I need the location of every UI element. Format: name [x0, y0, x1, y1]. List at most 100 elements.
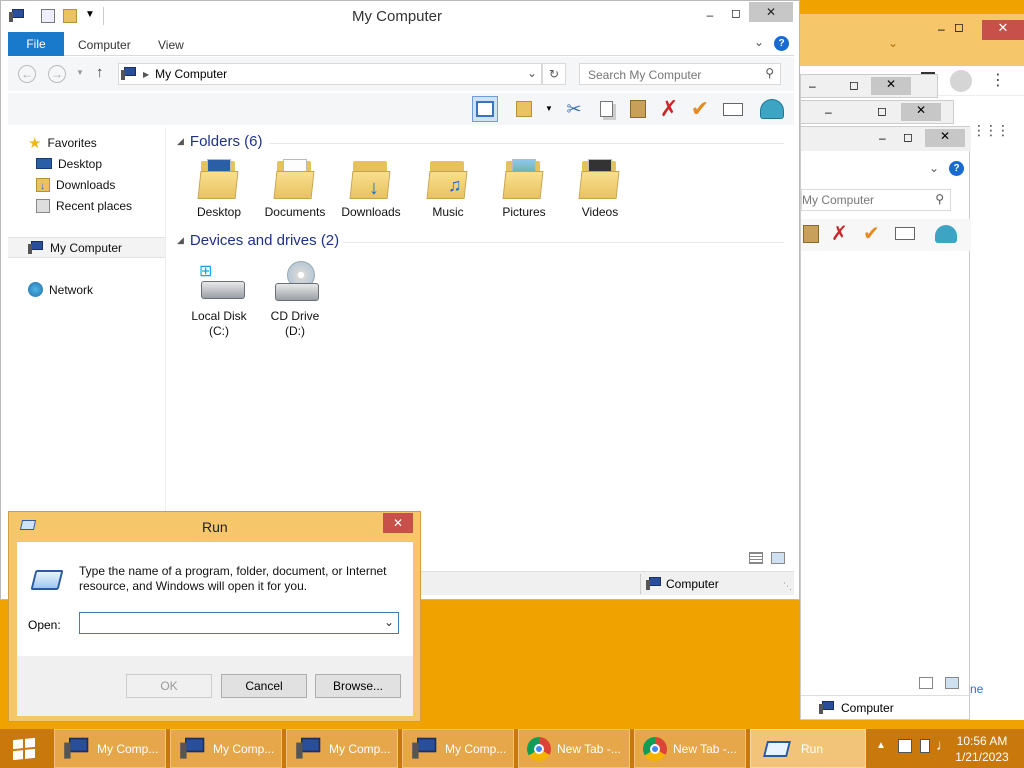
sidebar-item-downloads[interactable]: ↓ Downloads: [8, 174, 165, 195]
close-button[interactable]: ✕: [901, 103, 941, 121]
folder-item-music[interactable]: ♫ Music: [410, 157, 486, 219]
network-tray-icon[interactable]: [920, 739, 930, 753]
sidebar-item-recent-places[interactable]: Recent places: [8, 195, 165, 216]
folder-item-videos[interactable]: Videos: [562, 157, 638, 219]
ribbon-expand-icon[interactable]: ⌄: [754, 35, 764, 49]
view-tiles-icon[interactable]: [771, 552, 785, 564]
address-dropdown-icon[interactable]: ⌄: [527, 66, 537, 80]
maximize-icon[interactable]: ◻: [877, 104, 887, 118]
view-tiles-icon[interactable]: [945, 677, 959, 689]
forward-icon[interactable]: →: [48, 65, 66, 83]
rename-icon[interactable]: [895, 227, 915, 240]
status-computer-label: Computer: [666, 577, 719, 591]
rename-icon[interactable]: [720, 96, 746, 122]
taskbar-item-run[interactable]: Run: [750, 729, 866, 768]
help-icon[interactable]: ?: [774, 36, 789, 51]
search-icon[interactable]: ⚲: [935, 192, 944, 206]
ok-button[interactable]: OK: [126, 674, 212, 698]
search-box[interactable]: My Computer ⚲: [801, 189, 951, 211]
open-combobox[interactable]: ⌄: [79, 612, 399, 634]
help-icon[interactable]: ?: [949, 161, 964, 176]
maximize-icon[interactable]: ◻: [849, 78, 859, 92]
delete-icon[interactable]: ✗: [831, 221, 848, 246]
taskbar-item-my-computer-4[interactable]: My Comp...: [402, 729, 514, 768]
folder-item-documents[interactable]: Documents: [257, 157, 333, 219]
back-icon[interactable]: ←: [18, 65, 36, 83]
sidebar-item-network[interactable]: Network: [8, 279, 165, 300]
tab-file[interactable]: File: [8, 32, 64, 56]
search-box[interactable]: Search My Computer ⚲: [579, 63, 781, 85]
devices-group-header[interactable]: ◢ Devices and drives (2): [177, 232, 339, 249]
folders-group-header[interactable]: ◢ Folders (6): [177, 133, 262, 150]
maximize-icon[interactable]: ◻: [954, 20, 964, 34]
browse-button[interactable]: Browse...: [315, 674, 401, 698]
taskbar-item-new-tab-1[interactable]: New Tab -...: [518, 729, 630, 768]
maximize-button[interactable]: ◻: [721, 3, 751, 23]
clock[interactable]: 10:56 AM 1/21/2023: [952, 733, 1012, 765]
start-button[interactable]: [0, 729, 48, 768]
search-icon[interactable]: ⚲: [765, 66, 774, 80]
sidebar-item-favorites[interactable]: ★ Favorites: [8, 132, 165, 153]
shell-icon[interactable]: [759, 96, 785, 122]
checkmark-icon[interactable]: ✔: [863, 221, 880, 246]
taskbar-item-my-computer-2[interactable]: My Comp...: [170, 729, 282, 768]
close-button[interactable]: ✕: [749, 2, 793, 22]
chevron-down-icon[interactable]: ⌄: [384, 615, 394, 629]
collapse-icon[interactable]: ◢: [177, 235, 184, 246]
close-button[interactable]: ✕: [982, 20, 1024, 40]
sidebar-item-desktop[interactable]: Desktop: [8, 153, 165, 174]
taskbar-item-new-tab-2[interactable]: New Tab -...: [634, 729, 746, 768]
address-bar[interactable]: ▶ My Computer ⌄: [118, 63, 542, 85]
chevron-down-icon[interactable]: ⌄: [929, 161, 939, 175]
maximize-icon[interactable]: ◻: [903, 130, 913, 144]
stacked-window-titlebar-2: – ◻ ✕: [800, 100, 954, 124]
volume-icon[interactable]: ♩: [936, 737, 951, 754]
minimize-icon[interactable]: –: [809, 79, 816, 93]
chevron-down-icon[interactable]: ▼: [545, 104, 553, 113]
refresh-icon[interactable]: ↻: [542, 63, 566, 85]
recent-locations-icon[interactable]: ▼: [76, 68, 84, 77]
close-button[interactable]: ✕: [871, 77, 911, 95]
folder-item-downloads[interactable]: ↓ Downloads: [333, 157, 409, 219]
minimize-icon[interactable]: –: [938, 22, 945, 36]
copy-icon[interactable]: [593, 96, 619, 122]
open-input[interactable]: [84, 614, 374, 632]
preview-pane-button[interactable]: [472, 96, 498, 122]
folder-item-desktop[interactable]: Desktop: [181, 157, 257, 219]
minimize-icon[interactable]: –: [879, 131, 886, 145]
minimize-icon[interactable]: –: [825, 105, 832, 119]
resize-grip-icon[interactable]: ⋱: [783, 581, 792, 592]
sidebar-item-my-computer[interactable]: My Computer: [8, 237, 165, 258]
chevron-down-icon[interactable]: ⌄: [888, 36, 898, 50]
action-center-icon[interactable]: [898, 739, 912, 753]
more-menu-icon[interactable]: ⋮: [990, 70, 1006, 90]
view-details-icon[interactable]: [919, 677, 933, 689]
paste-icon[interactable]: [625, 96, 651, 122]
taskbar-item-my-computer-1[interactable]: My Comp...: [54, 729, 166, 768]
customize-qat-icon[interactable]: ▼: [85, 9, 95, 20]
cut-icon[interactable]: ✂: [561, 96, 587, 122]
folder-options-icon[interactable]: [511, 96, 537, 122]
paste-icon[interactable]: [803, 225, 819, 243]
view-details-icon[interactable]: [749, 552, 763, 564]
tab-view[interactable]: View: [158, 38, 184, 52]
taskbar-item-my-computer-3[interactable]: My Comp...: [286, 729, 398, 768]
new-folder-icon[interactable]: [63, 9, 77, 23]
collapse-icon[interactable]: ◢: [177, 136, 184, 147]
profile-avatar-icon[interactable]: [950, 70, 972, 92]
cancel-button[interactable]: Cancel: [221, 674, 307, 698]
drive-item-cd-drive[interactable]: CD Drive (D:): [257, 261, 333, 338]
up-icon[interactable]: ↑: [96, 64, 104, 81]
checkmark-icon[interactable]: ✔: [687, 96, 713, 122]
partial-link-text[interactable]: ne: [970, 682, 983, 696]
delete-icon[interactable]: ✗: [656, 96, 682, 122]
show-hidden-icons[interactable]: ▲: [876, 740, 886, 751]
folder-item-pictures[interactable]: Pictures: [486, 157, 562, 219]
close-button[interactable]: ✕: [383, 513, 413, 533]
close-button[interactable]: ✕: [925, 129, 965, 147]
tab-computer[interactable]: Computer: [78, 38, 131, 52]
drive-item-local-disk[interactable]: ⊞ Local Disk (C:): [181, 261, 257, 338]
apps-grid-icon[interactable]: ⋮⋮⋮: [972, 122, 1010, 139]
properties-icon[interactable]: [41, 9, 55, 23]
shell-icon[interactable]: [935, 225, 957, 243]
